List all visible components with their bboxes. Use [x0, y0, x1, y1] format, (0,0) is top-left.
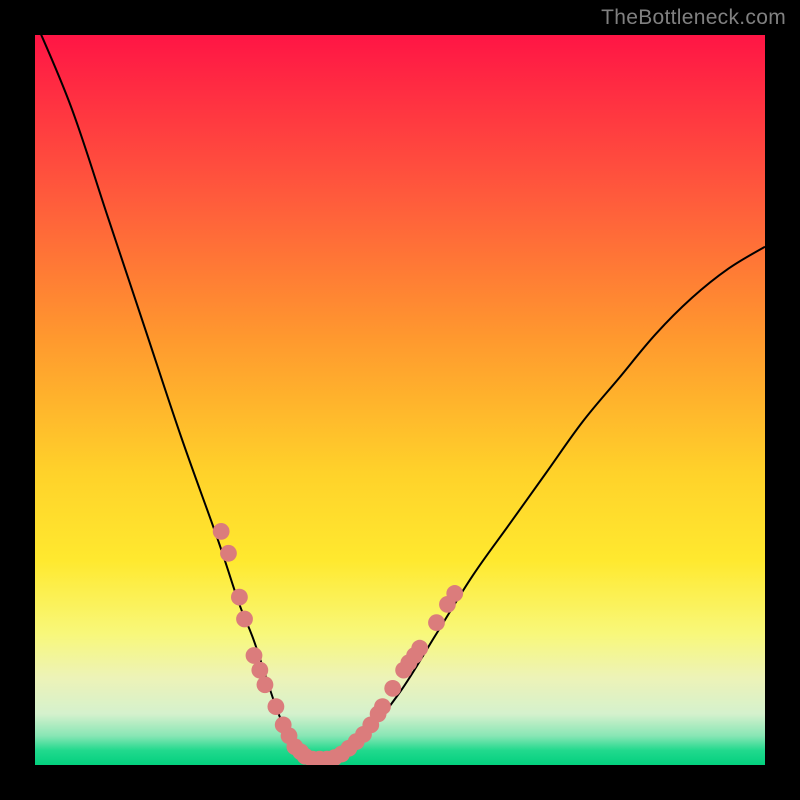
data-marker: [251, 662, 268, 679]
watermark-text: TheBottleneck.com: [601, 6, 786, 30]
data-marker: [411, 640, 428, 657]
data-marker: [374, 698, 391, 715]
data-marker: [220, 545, 237, 562]
data-marker: [446, 585, 463, 602]
data-markers: [213, 523, 463, 765]
bottleneck-curve: [35, 35, 765, 761]
data-marker: [236, 611, 253, 628]
data-marker: [268, 698, 285, 715]
data-marker: [213, 523, 230, 540]
chart-frame: TheBottleneck.com: [0, 0, 800, 800]
data-marker: [246, 647, 263, 664]
chart-svg: [35, 35, 765, 765]
data-marker: [231, 589, 248, 606]
data-marker: [428, 614, 445, 631]
data-marker: [257, 676, 274, 693]
data-marker: [384, 680, 401, 697]
plot-area: [35, 35, 765, 765]
